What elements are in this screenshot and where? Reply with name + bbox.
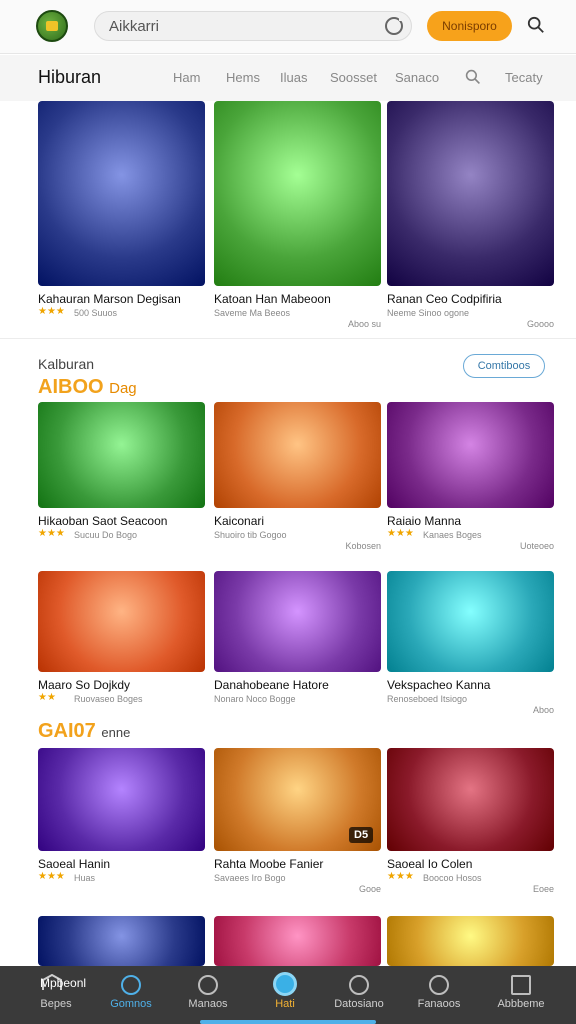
- bottom-nav-label: Gomnos: [110, 998, 152, 1010]
- game-title[interactable]: Rahta Moobe Fanier: [214, 857, 323, 871]
- page-title: Hiburan: [38, 67, 102, 87]
- nav-link[interactable]: Iluas: [280, 70, 307, 85]
- rating-stars: ★★★: [38, 306, 65, 317]
- game-title[interactable]: Kahauran Marson Degisan: [38, 292, 181, 306]
- game-title[interactable]: Kaiconari: [214, 514, 264, 528]
- game-title[interactable]: Katoan Han Mabeoon: [214, 292, 331, 306]
- game-tag: Uoteoeo: [519, 541, 554, 551]
- game-thumbnail[interactable]: [387, 571, 554, 672]
- game-thumbnail[interactable]: [214, 101, 381, 286]
- section2-heading-text: GAI07: [38, 720, 96, 742]
- game-thumbnail[interactable]: [38, 101, 205, 286]
- game-title[interactable]: Hikaoban Saot Seacoon: [38, 514, 167, 528]
- game-tag: Goooo: [526, 319, 554, 329]
- games-icon: [121, 975, 141, 995]
- search-input[interactable]: Aikkarri: [109, 18, 159, 35]
- app-logo[interactable]: [36, 10, 68, 42]
- nav-link[interactable]: Sanaco: [395, 70, 439, 85]
- nav-link[interactable]: Ham: [173, 70, 200, 85]
- game-title[interactable]: Vekspacheo Kanna: [387, 678, 490, 692]
- thumbnail-badge: D5: [349, 827, 374, 843]
- bottom-nav: Mpbeonl Bepes Gomnos Manaos Hati Datosia…: [0, 966, 576, 1024]
- game-thumbnail[interactable]: [38, 748, 205, 851]
- header-action-button[interactable]: Nonisporo: [427, 11, 512, 41]
- chat-icon: [198, 975, 218, 995]
- section-heading-text: AIBOO: [38, 376, 104, 398]
- game-thumbnail[interactable]: [387, 916, 554, 966]
- game-thumbnail[interactable]: [38, 571, 205, 672]
- game-title[interactable]: Saoeal Io Colen: [387, 857, 472, 871]
- section2-heading: GAI07 enne: [38, 720, 130, 743]
- refresh-icon[interactable]: [385, 16, 404, 35]
- section2-heading-small: enne: [101, 725, 131, 740]
- game-meta: Ruovaseo Boges: [74, 694, 143, 704]
- game-thumbnail[interactable]: [387, 402, 554, 508]
- game-tag: Aboo: [532, 705, 554, 715]
- game-meta: Kanaes Boges: [423, 530, 482, 540]
- bottom-nav-label: Manaos: [188, 998, 228, 1010]
- nav-link[interactable]: Tecaty: [505, 70, 543, 85]
- game-tag: Kobosen: [345, 541, 381, 551]
- nav-link[interactable]: Hems: [226, 70, 260, 85]
- bottom-nav-item-games[interactable]: Gomnos: [90, 966, 172, 1024]
- game-title[interactable]: Danahobeane Hatore: [214, 678, 329, 692]
- bottom-nav-label: Datosiano: [334, 998, 384, 1010]
- bottom-nav-label: Bepes: [40, 998, 72, 1010]
- bottom-nav-item[interactable]: Datosiano: [318, 966, 400, 1024]
- section-more-button[interactable]: Comtiboos: [463, 354, 545, 378]
- game-meta: Neeme Sinoo ogone: [387, 308, 470, 318]
- search-bar[interactable]: Aikkarri: [94, 11, 412, 41]
- game-thumbnail[interactable]: [387, 101, 554, 286]
- game-thumbnail[interactable]: [38, 916, 205, 966]
- rating-stars: ★★: [38, 692, 56, 703]
- game-title[interactable]: Ranan Ceo Codpifiria: [387, 292, 502, 306]
- game-thumbnail[interactable]: [38, 402, 205, 508]
- active-indicator: [200, 1020, 376, 1024]
- game-meta: Sucuu Do Bogo: [74, 530, 138, 540]
- divider: [0, 338, 576, 339]
- game-meta: 500 Suuos: [74, 308, 118, 318]
- game-title[interactable]: Raiaio Manna: [387, 514, 461, 528]
- bottom-nav-item[interactable]: Bepes: [15, 966, 97, 1024]
- game-tag: Eoee: [532, 884, 554, 894]
- rating-stars: ★★★: [387, 528, 414, 539]
- grid-icon: [511, 975, 531, 995]
- section-heading-small: Dag: [109, 380, 137, 397]
- nav-link[interactable]: Soosset: [330, 70, 377, 85]
- rating-stars: ★★★: [38, 871, 65, 882]
- bottom-nav-item[interactable]: Fanaoos: [398, 966, 480, 1024]
- bottom-nav-label: Fanaoos: [417, 998, 461, 1010]
- bottom-nav-item[interactable]: Manaos: [167, 966, 249, 1024]
- game-thumbnail[interactable]: [214, 571, 381, 672]
- game-tag: Aboo su: [347, 319, 381, 329]
- section-heading: AIBOO Dag: [38, 376, 137, 399]
- game-meta: Renoseboed Itsiogo: [387, 694, 468, 704]
- game-meta: Saveme Ma Beeos: [214, 308, 291, 318]
- game-meta: Nonaro Noco Bogge: [214, 694, 296, 704]
- category-nav: Hiburan Ham Hems Iluas Soosset Sanaco Te…: [0, 55, 576, 101]
- rating-stars: ★★★: [387, 871, 414, 882]
- game-thumbnail[interactable]: [387, 748, 554, 851]
- game-meta: Savaees Iro Bogo: [214, 873, 286, 883]
- center-action-label: Hati: [275, 998, 295, 1010]
- game-title[interactable]: Maaro So Dojkdy: [38, 678, 130, 692]
- search-icon: [349, 975, 369, 995]
- bottom-nav-label: Abbbeme: [497, 998, 545, 1010]
- search-icon[interactable]: [527, 16, 545, 34]
- game-thumbnail[interactable]: [214, 916, 381, 966]
- game-tag: Gooe: [358, 884, 381, 894]
- game-meta: Shuoiro tib Gogoo: [214, 530, 287, 540]
- bottom-nav-item[interactable]: Abbbeme: [480, 966, 562, 1024]
- search-icon[interactable]: [465, 69, 481, 85]
- rating-stars: ★★★: [38, 528, 65, 539]
- game-thumbnail[interactable]: [214, 402, 381, 508]
- globe-icon: [429, 975, 449, 995]
- game-title[interactable]: Saoeal Hanin: [38, 857, 110, 871]
- center-action-icon[interactable]: [273, 972, 297, 996]
- game-meta: Boocoo Hosos: [423, 873, 482, 883]
- section-subtitle: Kalburan: [38, 356, 95, 372]
- game-meta: Huas: [74, 873, 96, 883]
- top-bar: Aikkarri Nonisporo: [0, 0, 576, 54]
